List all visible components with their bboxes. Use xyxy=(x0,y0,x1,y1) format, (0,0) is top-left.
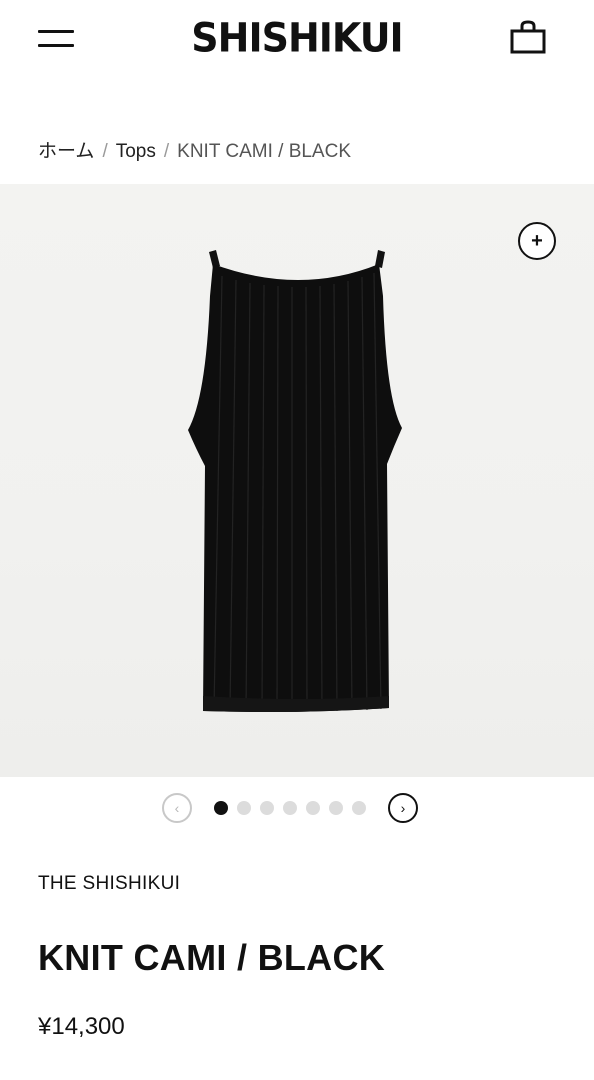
site-header: SHISHIKUI xyxy=(0,0,594,90)
breadcrumb-home-link[interactable]: ホーム xyxy=(38,141,94,162)
zoom-button[interactable]: + xyxy=(518,222,556,260)
breadcrumb-separator: / xyxy=(163,141,170,162)
product-brand: THE SHISHIKUI xyxy=(38,873,181,894)
pager-dot[interactable] xyxy=(329,801,343,815)
product-image[interactable] xyxy=(0,184,594,777)
plus-icon: + xyxy=(531,230,543,252)
breadcrumb-current: KNIT CAMI / BLACK xyxy=(177,141,351,162)
product-title: KNIT CAMI / BLACK xyxy=(38,937,386,978)
chevron-right-icon: › xyxy=(400,800,406,816)
pager-dot[interactable] xyxy=(260,801,274,815)
pager-dot[interactable] xyxy=(214,801,228,815)
chevron-left-icon: ‹ xyxy=(174,800,180,816)
breadcrumb-separator: / xyxy=(102,141,108,162)
knit-cami-image xyxy=(188,250,402,712)
prev-image-button[interactable]: ‹ xyxy=(162,793,192,823)
product-price: ¥14,300 xyxy=(38,1013,125,1040)
pager-dot[interactable] xyxy=(352,801,366,815)
pager-dots xyxy=(214,801,366,815)
pager-dot[interactable] xyxy=(283,801,297,815)
breadcrumb-tops-link[interactable]: Tops xyxy=(116,141,156,162)
pager-dot[interactable] xyxy=(306,801,320,815)
breadcrumb: ホーム / Tops / KNIT CAMI / BLACK xyxy=(38,136,351,163)
image-pager: ‹ › xyxy=(0,790,594,826)
shopping-bag-icon[interactable] xyxy=(510,20,546,54)
next-image-button[interactable]: › xyxy=(388,793,418,823)
site-logo[interactable]: SHISHIKUI xyxy=(0,15,594,61)
product-page: SHISHIKUI ホーム / Tops / KNIT CAMI / BLACK xyxy=(0,0,594,1080)
pager-dot[interactable] xyxy=(237,801,251,815)
